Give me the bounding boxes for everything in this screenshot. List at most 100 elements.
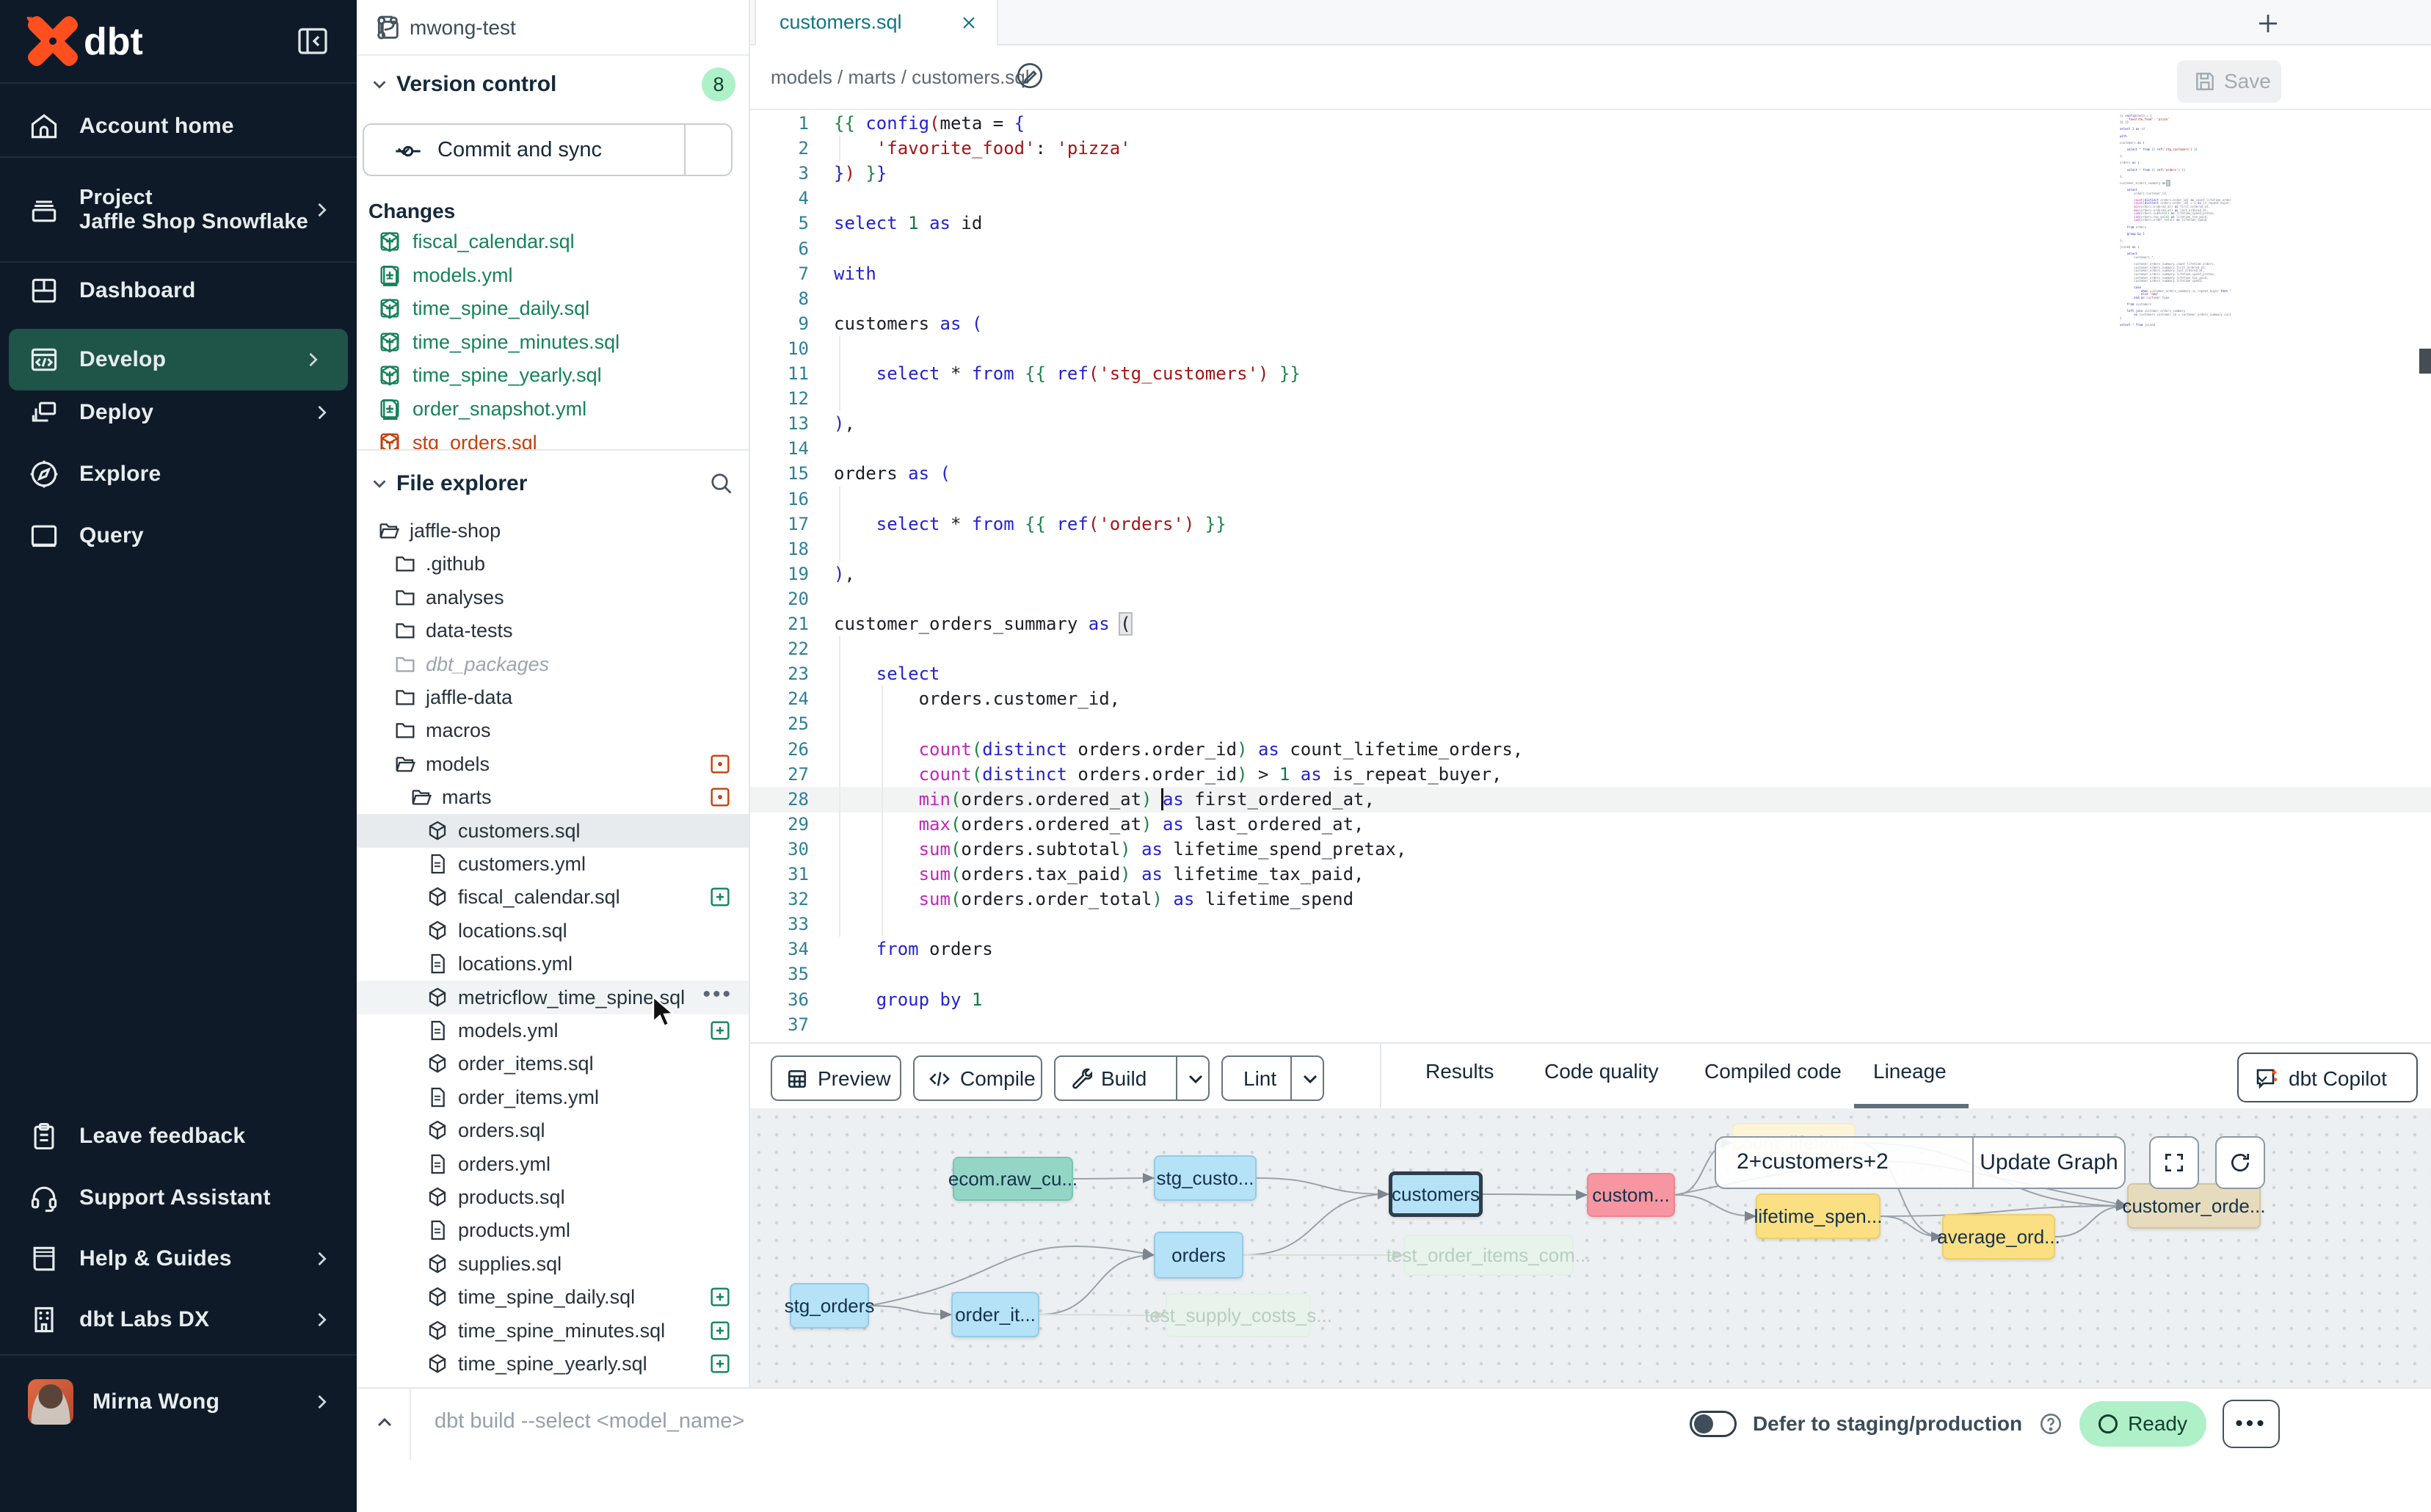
change-row[interactable]: models.yml bbox=[357, 259, 749, 293]
minimap[interactable]: {{ config(meta = { 'favorite_food': 'piz… bbox=[2120, 115, 2231, 327]
added-badge-icon[interactable] bbox=[377, 396, 402, 421]
tree-item-time-spine-yearly-sql[interactable]: time_spine_yearly.sql bbox=[357, 1347, 749, 1381]
tab-compiled-code[interactable]: Compiled code bbox=[1704, 1060, 1842, 1083]
dbt-command-input[interactable]: dbt build --select <model_name> bbox=[435, 1409, 744, 1433]
tab-lineage[interactable]: Lineage bbox=[1873, 1060, 1947, 1083]
tab-results[interactable]: Results bbox=[1425, 1060, 1494, 1083]
sidebar-collapse-icon[interactable] bbox=[295, 23, 330, 59]
defer-toggle[interactable] bbox=[1690, 1411, 1737, 1437]
tree-item-models-yml[interactable]: models.yml bbox=[357, 1014, 749, 1047]
version-control-header[interactable]: Version control 8 bbox=[357, 62, 749, 106]
tree-item-dbt-packages[interactable]: dbt_packages bbox=[357, 647, 749, 681]
row-menu-icon[interactable]: ••• bbox=[702, 982, 733, 1007]
added-badge-icon[interactable] bbox=[708, 1318, 733, 1343]
chevron-down-icon[interactable] bbox=[1184, 1067, 1207, 1091]
tree-item-order-items-sql[interactable]: order_items.sql bbox=[357, 1047, 749, 1080]
lineage-node-test_supply[interactable]: test_supply_costs_s... bbox=[1166, 1293, 1311, 1337]
added-badge-icon[interactable] bbox=[377, 229, 402, 254]
lineage-node-stg_customers[interactable]: stg_custo... bbox=[1154, 1155, 1257, 1201]
tree-item-fiscal-calendar-sql[interactable]: fiscal_calendar.sql bbox=[357, 880, 749, 914]
change-row[interactable]: stg_orders.sql bbox=[357, 426, 749, 449]
sidebar-item-leave-feedback[interactable]: Leave feedback bbox=[0, 1105, 357, 1167]
editor-scrollbar-thumb[interactable] bbox=[2419, 349, 2431, 374]
commit-and-sync-button[interactable]: Commit and sync bbox=[363, 123, 733, 176]
lineage-search-input[interactable]: 2+customers+2 bbox=[1737, 1149, 1889, 1174]
tree-item--github[interactable]: .github bbox=[357, 547, 749, 581]
tree-item-supplies-sql[interactable]: supplies.sql bbox=[357, 1247, 749, 1281]
chevron-down-icon[interactable] bbox=[1298, 1067, 1322, 1091]
update-graph-button[interactable]: Update Graph bbox=[1972, 1138, 2126, 1188]
tab-customers-sql[interactable]: customers.sql bbox=[755, 0, 998, 46]
tree-item-analyses[interactable]: analyses bbox=[357, 581, 749, 614]
change-row[interactable]: fiscal_calendar.sql bbox=[357, 225, 749, 259]
tree-item-time-spine-minutes-sql[interactable]: time_spine_minutes.sql bbox=[357, 1314, 749, 1348]
lineage-node-order_items[interactable]: order_it... bbox=[951, 1292, 1039, 1337]
modified-badge-icon[interactable] bbox=[708, 785, 733, 810]
tree-item-orders-sql[interactable]: orders.sql bbox=[357, 1113, 749, 1147]
tree-item-data-tests[interactable]: data-tests bbox=[357, 614, 749, 647]
sidebar-item-help-guides[interactable]: Help & Guides bbox=[0, 1228, 357, 1290]
added-badge-icon[interactable] bbox=[377, 263, 402, 288]
code-editor[interactable]: 1{{ config(meta = {2 'favorite_food': 'p… bbox=[750, 110, 2431, 1042]
tree-item-customers-yml[interactable]: customers.yml bbox=[357, 847, 749, 881]
sidebar-item-support-assistant[interactable]: Support Assistant bbox=[0, 1167, 357, 1229]
tree-item-jaffle-shop[interactable]: jaffle-shop bbox=[357, 514, 749, 548]
lineage-node-stg_orders[interactable]: stg_orders bbox=[790, 1283, 869, 1329]
lineage-node-orders[interactable]: orders bbox=[1154, 1232, 1243, 1279]
new-tab-icon[interactable] bbox=[2255, 10, 2281, 37]
chevron-up-icon[interactable] bbox=[373, 1411, 396, 1434]
refresh-button[interactable] bbox=[2215, 1136, 2265, 1189]
change-row[interactable]: order_snapshot.yml bbox=[357, 393, 749, 426]
change-row[interactable]: time_spine_minutes.sql bbox=[357, 326, 749, 360]
copilot-edit-icon[interactable] bbox=[1014, 60, 1045, 91]
change-row[interactable]: time_spine_daily.sql bbox=[357, 292, 749, 326]
added-badge-icon[interactable] bbox=[708, 1351, 733, 1376]
chevron-down-icon[interactable] bbox=[393, 141, 414, 161]
lint-button[interactable]: Lint bbox=[1221, 1055, 1324, 1101]
added-badge-icon[interactable] bbox=[708, 1284, 733, 1309]
tree-item-macros[interactable]: macros bbox=[357, 713, 749, 747]
tree-item-locations-sql[interactable]: locations.sql bbox=[357, 914, 749, 948]
lineage-node-test_order_items[interactable]: test_order_items_com... bbox=[1403, 1235, 1574, 1276]
lineage-graph[interactable]: ecom.raw_cu...stg_custo...customerscusto… bbox=[750, 1108, 2431, 1387]
tree-item-products-sql[interactable]: products.sql bbox=[357, 1180, 749, 1214]
tree-item-order-items-yml[interactable]: order_items.yml bbox=[357, 1080, 749, 1114]
lineage-node-lifetime_spend[interactable]: lifetime_spen... bbox=[1756, 1193, 1881, 1239]
tree-item-marts[interactable]: marts bbox=[357, 780, 749, 814]
lineage-node-average_order[interactable]: average_ord... bbox=[1942, 1214, 2055, 1260]
lineage-node-customer_orders[interactable]: customer_orde... bbox=[2127, 1183, 2261, 1229]
sidebar-item-dbt-labs-dx[interactable]: dbt Labs DX bbox=[0, 1289, 357, 1351]
modified-badge-icon[interactable] bbox=[377, 430, 402, 449]
preview-button[interactable]: Preview bbox=[771, 1055, 901, 1101]
lineage-node-customers360[interactable]: custom... bbox=[1587, 1173, 1675, 1217]
sidebar-user[interactable]: Mirna Wong bbox=[0, 1371, 357, 1433]
lineage-node-ecom_raw[interactable]: ecom.raw_cu... bbox=[953, 1157, 1073, 1201]
tree-item-models[interactable]: models bbox=[357, 747, 749, 781]
tree-item-customers-sql[interactable]: customers.sql bbox=[357, 814, 749, 848]
added-badge-icon[interactable] bbox=[377, 330, 402, 355]
sidebar-item-project[interactable]: ProjectJaffle Shop Snowflake bbox=[0, 160, 357, 260]
sidebar-item-deploy[interactable]: Deploy bbox=[0, 382, 357, 443]
tree-item-orders-yml[interactable]: orders.yml bbox=[357, 1147, 749, 1181]
more-options-button[interactable]: ••• bbox=[2223, 1400, 2280, 1448]
fullscreen-button[interactable] bbox=[2149, 1136, 2199, 1189]
tree-item-locations-yml[interactable]: locations.yml bbox=[357, 947, 749, 981]
change-row[interactable]: time_spine_yearly.sql bbox=[357, 359, 749, 393]
status-badge-ready[interactable]: Ready bbox=[2079, 1401, 2206, 1447]
build-button[interactable]: Build bbox=[1054, 1055, 1210, 1101]
save-button[interactable]: Save bbox=[2177, 60, 2281, 103]
file-explorer-header[interactable]: File explorer bbox=[357, 461, 749, 505]
tree-item-metricflow-time-spine-sql[interactable]: metricflow_time_spine.sql••• bbox=[357, 981, 749, 1014]
dbt-copilot-button[interactable]: dbt Copilot bbox=[2237, 1053, 2418, 1102]
added-badge-icon[interactable] bbox=[708, 1018, 733, 1043]
close-icon[interactable] bbox=[959, 12, 979, 33]
sidebar-item-dashboard[interactable]: Dashboard bbox=[0, 260, 357, 321]
compile-button[interactable]: Compile bbox=[913, 1055, 1042, 1101]
sidebar-item-query[interactable]: Query bbox=[0, 505, 357, 567]
added-badge-icon[interactable] bbox=[377, 363, 402, 388]
tree-item-jaffle-data[interactable]: jaffle-data bbox=[357, 680, 749, 714]
tree-item-products-yml[interactable]: products.yml bbox=[357, 1213, 749, 1247]
copy-icon[interactable] bbox=[373, 13, 402, 43]
modified-badge-icon[interactable] bbox=[708, 752, 733, 777]
added-badge-icon[interactable] bbox=[377, 296, 402, 321]
